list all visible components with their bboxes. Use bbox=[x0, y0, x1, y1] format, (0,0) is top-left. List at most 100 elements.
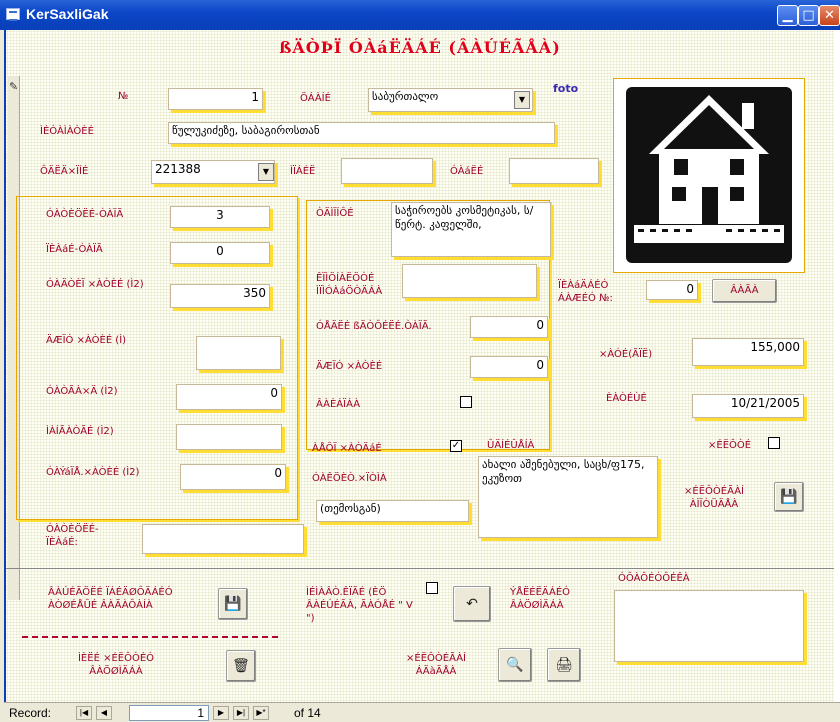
sacxovrebeli-label: ÌÀÍÃÀÒÃÉ (Ì2) bbox=[46, 426, 114, 437]
record-label: Record: bbox=[9, 706, 52, 720]
komunaluri-label: ÊÏÌÖÍÀËÖÒÉ ÌÏÌÓÀáÖÒÄÁÀ bbox=[316, 273, 383, 297]
filtri-label: ×ÉËÔÒÉ bbox=[708, 440, 752, 451]
filtri-checkbox[interactable] bbox=[768, 437, 780, 449]
ezos-farti-label: ÄÆÏÓ ×ÀÒÈÉ (Ì) bbox=[46, 335, 127, 346]
ezos-farti2-field[interactable]: 0 bbox=[470, 356, 548, 378]
filtridan-bechdva-label: ×ÉËÔÒÉÃÀÍ ÁÄàÃÅÀ bbox=[406, 653, 466, 677]
gayiduli-label: ÂÀÚÉÃÖËÉ ÏÁÉÄØÔÄÁÉÓ ÀÒØÉÅÛÉ ÂÀÃÀÔÀÍÀ bbox=[48, 587, 173, 611]
first-record-icon[interactable]: |◀ bbox=[76, 706, 92, 720]
shenishvna-field[interactable]: ახალი აშენებული, საცხ/ფ175, ეკუზოთ bbox=[478, 456, 658, 538]
next-record-icon[interactable]: ▶ bbox=[213, 706, 229, 720]
shenishvna-label: ÛÄÍÉÛÅÍÀ bbox=[487, 440, 535, 451]
ezos-farti-field[interactable] bbox=[196, 336, 281, 370]
telefoni-label: ÔÄËÄ×ÏÍÉ bbox=[40, 166, 89, 177]
otaxrao-label: ÏÈÀáÉ-ÒÀÏÃ bbox=[46, 244, 103, 255]
foto-label: foto bbox=[553, 82, 579, 95]
saerto-farti-label: ÓÀÄÒÈÏ ×ÀÒÈÉ (Ì2) bbox=[46, 279, 144, 290]
otaxebis-bazis-label: ÏÈÀáÄÁÉÓ ÁÀÆÉÓ №: bbox=[558, 280, 613, 304]
sartuli-otaxi-field[interactable] bbox=[142, 524, 304, 554]
statistika-label: ÓÔÀÔÉÓÔÉÊÀ bbox=[618, 573, 690, 584]
save-pencil-icon: 💾 bbox=[224, 596, 242, 612]
komunaluri-field[interactable] bbox=[402, 264, 537, 298]
sveli-wertil-field[interactable]: 0 bbox=[470, 316, 548, 338]
archive-button[interactable]: 💾 bbox=[218, 588, 248, 620]
fasi-field[interactable]: 155,000 bbox=[692, 338, 804, 366]
ezos-farti2-label: ÄÆÏÓ ×ÀÒÈÉ bbox=[316, 361, 383, 372]
gatboba-label: ÂÀÈÁÏÁÀ bbox=[316, 399, 361, 410]
house-photo bbox=[613, 78, 805, 273]
form-heading: ßÄÒÞÏ ÓÀáËÄÁÉ (ÂÀÚÉÃÅÀ) bbox=[279, 38, 561, 57]
delete-filter-button[interactable]: 🗑 bbox=[226, 650, 256, 682]
num-label: № bbox=[118, 91, 129, 102]
avto-farexi-label: ÀÅÔÏ ×ÀÒÄáÉ bbox=[312, 443, 382, 454]
record-number-input[interactable]: 1 bbox=[129, 705, 209, 721]
print-preview-icon: 🔍 bbox=[506, 657, 524, 673]
statistika-field[interactable] bbox=[614, 590, 804, 662]
ferdazi-label: ÓÀÒÃÀ×Ä (Ì2) bbox=[46, 386, 118, 397]
otaxebis-bazis-field[interactable]: 0 bbox=[646, 280, 698, 300]
filtridan-amorcheva-label: ×ÉËÔÒÉÃÀÍ ÀÌÏÒÜÄÅÀ bbox=[684, 486, 744, 510]
otaxrao-field[interactable]: 0 bbox=[170, 242, 270, 264]
printer-icon: 🖨 bbox=[555, 657, 573, 673]
saerto-farti-field[interactable]: 350 bbox=[170, 284, 270, 308]
record-count: of 14 bbox=[294, 706, 321, 720]
sartuli-otaxi-label: ÓÀÒÈÖËÉ-ÏÈÀáÉ: bbox=[46, 524, 99, 548]
form-frame: ßÄÒÞÏ ÓÀáËÄÁÉ (ÂÀÚÉÃÅÀ) ✎ № 1 ÖÁÀÍÉ საბუ… bbox=[4, 30, 840, 702]
house-icon bbox=[626, 87, 792, 263]
last-record-icon[interactable]: ▶| bbox=[233, 706, 249, 720]
undo-icon: ↶ bbox=[466, 596, 478, 612]
pencil-icon: ✎ bbox=[9, 80, 19, 93]
print-preview-button[interactable]: 🔍 bbox=[498, 648, 532, 682]
mimagr-kodi-checkbox[interactable] bbox=[426, 582, 438, 594]
telefoni-dropdown-icon[interactable]: ▼ bbox=[258, 163, 274, 181]
misamarti-label: ÌÉÓÀÌÀÒÈÉ bbox=[40, 126, 94, 137]
mobil-label: ÌÏÁÉË bbox=[290, 166, 316, 177]
print-button[interactable]: 🖨 bbox=[547, 648, 581, 682]
saxli-field[interactable] bbox=[509, 158, 599, 184]
ferdazi-field[interactable]: 0 bbox=[176, 384, 282, 410]
sveli-wertil-label: ÓÅÄËÉ ßÄÒÔÉËÉ.ÒÀÏÃ. bbox=[316, 321, 432, 332]
mimagr-kodi-label: ÌÉÌÀÂÒ.ÊÏÃÉ (ÈÖ ÂÀÉÚÉÃÀ, ÃÀÓÅÉ " V ") bbox=[306, 587, 413, 624]
saxli-label: ÓÀáËÉ bbox=[450, 166, 484, 177]
sartulrao-field[interactable]: 3 bbox=[170, 206, 270, 228]
title-bar: KerSaxliGak ▁ □ ✕ bbox=[0, 0, 840, 30]
mobil-field[interactable] bbox=[341, 158, 433, 184]
prev-record-icon[interactable]: ◀ bbox=[96, 706, 112, 720]
minimize-button[interactable]: ▁ bbox=[777, 5, 798, 26]
ubani-dropdown-icon[interactable]: ▼ bbox=[514, 91, 530, 109]
tarigi-label: ÈÀÒÉÙÉ bbox=[606, 393, 647, 404]
form-body: ßÄÒÞÏ ÓÀáËÄÁÉ (ÂÀÚÉÃÅÀ) ✎ № 1 ÖÁÀÍÉ საბუ… bbox=[6, 30, 834, 702]
remonti-label: ÒÄÌÏÍÔÉ bbox=[316, 208, 354, 219]
trash-icon: 🗑 bbox=[232, 658, 250, 674]
sakutr-forma-label: ÓÀÊÖÈÒ.×ÏÒÌÀ bbox=[312, 473, 387, 484]
window-title: KerSaxliGak bbox=[26, 6, 109, 22]
avto-farexi-checkbox[interactable]: ✓ bbox=[450, 440, 462, 452]
record-navigation-bar: Record: |◀ ◀ 1 ▶ ▶| ▶* of 14 bbox=[4, 702, 840, 722]
save-pencil-icon: 💾 bbox=[780, 489, 798, 505]
cvlilebis-gauqmeba-label: ÝÅËÉËÄÁÉÓ ÂÀÖØÌÄÁÀ bbox=[510, 587, 571, 611]
filter-exclude-button[interactable]: 💾 bbox=[774, 482, 804, 512]
dashed-divider bbox=[22, 636, 278, 638]
telefoni-combo[interactable]: 221388 bbox=[151, 160, 275, 184]
gamba-button[interactable]: ÂÀÃÀ bbox=[712, 279, 777, 303]
num-field[interactable]: 1 bbox=[168, 88, 263, 110]
fasi-label: ×ÀÓÉ(ÃÏË) bbox=[599, 349, 653, 360]
remonti-field[interactable]: საჭიროებს კოსმეტიკას, ს/წერტ. კაფელში, bbox=[391, 202, 551, 257]
maximize-button[interactable]: □ bbox=[798, 5, 819, 26]
saxl-farti-label: ÓÀÝáÏÅ.×ÀÒÈÉ (Ì2) bbox=[46, 467, 140, 478]
new-record-icon[interactable]: ▶* bbox=[253, 706, 269, 720]
tarigi-field[interactable]: 10/21/2005 bbox=[692, 394, 804, 418]
jgufi-filtris-label: ÌÈËÉ ×ÉËÔÒÉÓ ÂÀÖØÌÄÁÀ bbox=[77, 653, 155, 677]
sacxovrebeli-field[interactable] bbox=[176, 424, 282, 450]
form-icon bbox=[6, 8, 20, 21]
gatboba-checkbox[interactable] bbox=[460, 396, 472, 408]
ubani-combo[interactable]: საბურთალო bbox=[368, 88, 533, 112]
undo-button[interactable]: ↶ bbox=[453, 586, 491, 622]
saxl-farti-field[interactable]: 0 bbox=[180, 464, 286, 490]
ubani-label: ÖÁÀÍÉ bbox=[300, 93, 331, 104]
misamarti-field[interactable]: წულუკიძეზე, საბაგიროსთან bbox=[168, 122, 555, 144]
footer-divider bbox=[6, 568, 834, 569]
sakutr-forma-field[interactable]: (თემოსგან) bbox=[316, 500, 469, 522]
sartulrao-label: ÓÀÒÈÖËÉ-ÒÀÏÃ bbox=[46, 209, 124, 220]
close-button[interactable]: ✕ bbox=[819, 5, 840, 26]
